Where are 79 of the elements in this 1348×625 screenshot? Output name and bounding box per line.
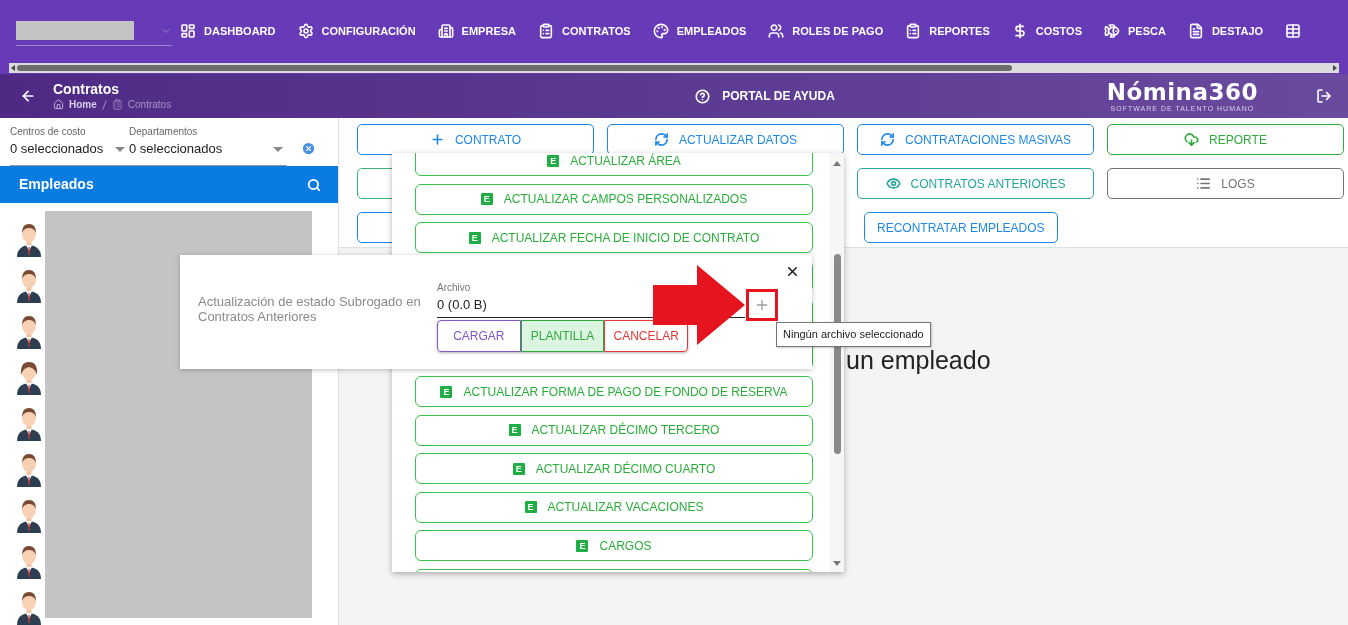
document-icon (1187, 23, 1204, 39)
excel-icon: E (480, 193, 493, 205)
excel-icon: E (440, 385, 453, 398)
nav-item[interactable]: CONTRATOS (538, 22, 631, 40)
list-icon (1196, 176, 1212, 191)
eye-icon (885, 176, 901, 191)
dialog-button[interactable]: CARGAR (437, 320, 521, 352)
panel-title: Empleados (19, 175, 94, 194)
filter-select[interactable]: Departamentos 0 seleccionados (129, 126, 287, 165)
excel-icon: E (512, 462, 525, 475)
nav-item[interactable]: PESCA (1104, 22, 1166, 40)
dialog-description: Actualización de estado Subrogado en Contratos Anteriores (198, 294, 422, 326)
action-button[interactable]: CONTRATO (357, 124, 594, 155)
action-button[interactable]: RECONTRATAR EMPLEADOS (864, 212, 1058, 243)
nav-item[interactable]: EMPLEADOS (652, 22, 747, 40)
menu-item[interactable]: E ACTUALIZAR ÁREA (415, 153, 813, 176)
dialog-button[interactable]: CANCELAR (604, 320, 688, 352)
action-button[interactable]: CONTRATACIONES MASIVAS (857, 124, 1094, 155)
avatar-icon (16, 221, 42, 257)
nav-item[interactable]: CONFIGURACIÓN (297, 22, 416, 40)
dialog-button[interactable]: PLANTILLA (520, 320, 605, 352)
cloud-download-icon (1184, 132, 1200, 147)
clear-filter-icon[interactable] (301, 141, 316, 156)
clipboard-icon (538, 23, 554, 39)
logout-icon[interactable] (1316, 88, 1332, 104)
palette-icon (652, 23, 669, 39)
excel-icon: E (576, 539, 589, 552)
avatar-icon (16, 267, 42, 303)
avatar-icon (16, 543, 42, 579)
avatar-icon (16, 359, 42, 395)
horizontal-scrollbar[interactable] (0, 62, 1348, 74)
action-button[interactable]: REPORTE (1107, 124, 1344, 155)
refresh-icon (653, 132, 669, 147)
empty-state-text: un empleado (846, 346, 991, 374)
nav-item[interactable]: ROLES DE PAGO (768, 22, 884, 40)
help-portal-link[interactable]: PORTAL DE AYUDA (695, 87, 835, 105)
building-icon (437, 23, 454, 39)
nav-item[interactable]: DESTAJO (1187, 22, 1264, 40)
settings-icon (297, 23, 314, 39)
avatar-icon (16, 451, 42, 487)
nav-item[interactable]: DASHBOARD (180, 22, 276, 40)
breadcrumb-link[interactable]: Contratos (127, 97, 172, 112)
clipboard-icon (111, 99, 123, 110)
search-icon[interactable] (307, 177, 321, 192)
avatar-icon (16, 313, 42, 349)
excel-icon: E (468, 231, 481, 244)
excel-icon: E (524, 501, 537, 513)
page-title: Contratos (53, 80, 121, 98)
avatar-icon (16, 405, 42, 441)
menu-item[interactable]: E CARGOS (415, 530, 813, 561)
menu-item[interactable]: E ACTUALIZAR VACACIONES (415, 491, 813, 523)
menu-item[interactable]: E ACTUALIZAR FECHA DE INICIO DE CONTRATO (415, 222, 813, 253)
plus-icon (429, 132, 445, 147)
nav-item[interactable]: REPORTES (905, 22, 990, 40)
breadcrumb-link[interactable]: Home (69, 97, 97, 112)
close-icon[interactable] (785, 264, 800, 279)
filter-select[interactable]: Centros de costo 0 seleccionados (10, 126, 129, 165)
home-icon (53, 99, 64, 110)
fish-icon (1104, 23, 1120, 39)
nav-item[interactable]: COSTOS (1011, 22, 1082, 40)
avatar-icon (16, 497, 42, 533)
excel-icon: E (508, 424, 521, 436)
menu-item[interactable]: E ACTUALIZAR FORMA DE PAGO DE FONDO DE RESERVA (415, 376, 813, 407)
help-icon (695, 88, 711, 104)
users-icon (768, 23, 785, 39)
menu-item[interactable]: E ACTUALIZAR CAMPOS PERSONALIZADOS (415, 183, 813, 215)
clipboard-icon (905, 23, 922, 39)
plus-icon (754, 297, 770, 313)
nav-item[interactable]: EMPRESA (437, 22, 516, 40)
refresh-icon (880, 132, 895, 147)
dashboard-icon (180, 23, 196, 39)
menu-item[interactable]: E ACTUALIZAR DÉCIMO TERCERO (415, 414, 813, 446)
action-button[interactable]: LOGS (1107, 168, 1344, 199)
action-button[interactable]: CONTRATOS ANTERIORES (857, 168, 1094, 199)
excel-icon: E (547, 154, 560, 167)
add-file-button[interactable] (746, 289, 778, 321)
menu-item[interactable]: E ACTUALIZAR DÉCIMO CUARTO (415, 453, 813, 484)
table-icon (1285, 23, 1302, 39)
tooltip: Ningún archivo seleccionado (776, 322, 931, 347)
